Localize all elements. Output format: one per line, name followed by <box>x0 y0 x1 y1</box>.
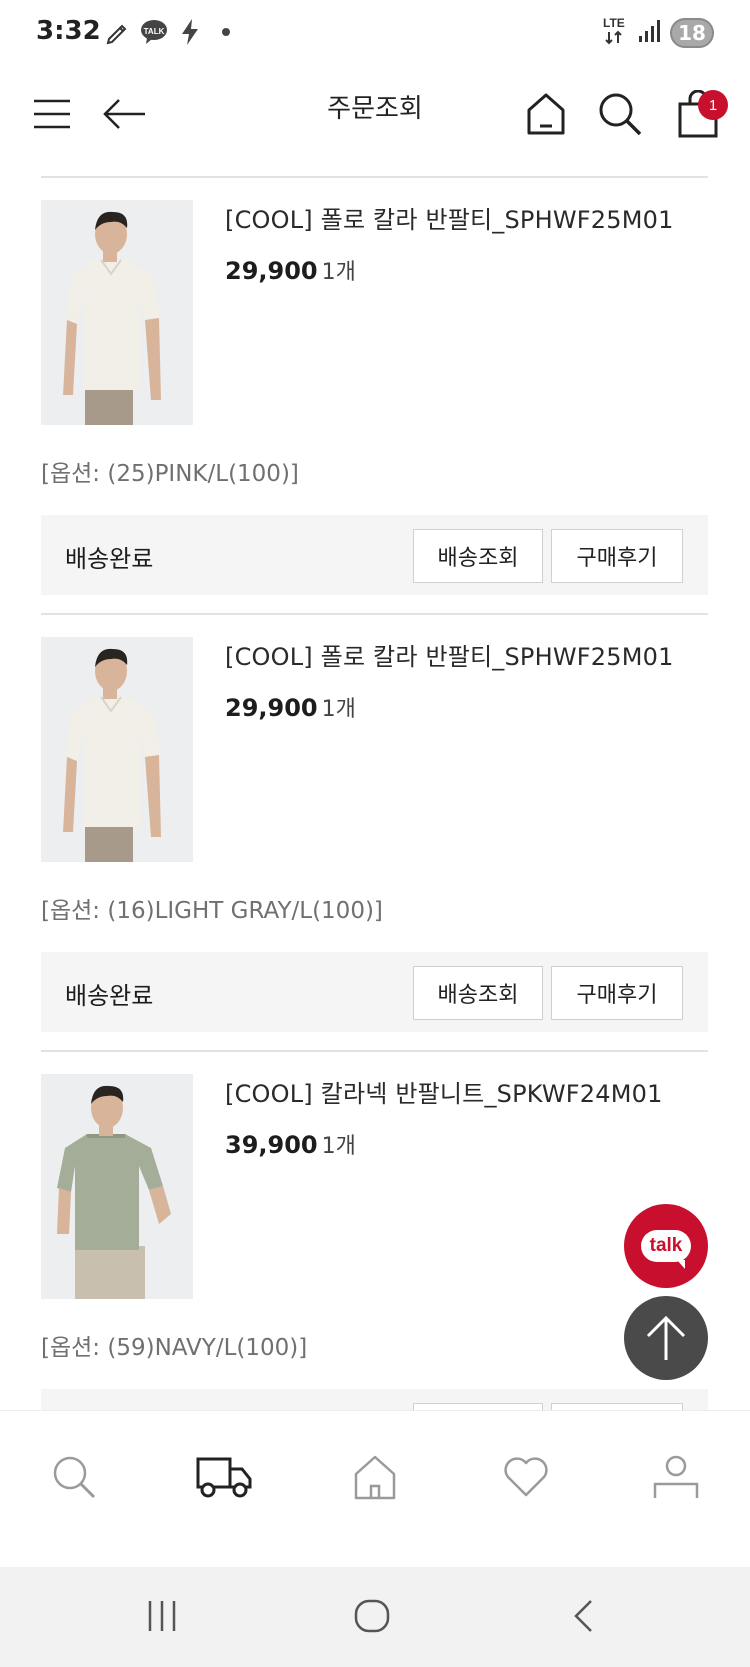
user-icon <box>653 1455 699 1498</box>
talk-label: talk <box>640 1230 692 1269</box>
delivery-status-box: 배송완료 배송조회 구매후기 <box>41 952 708 1032</box>
quantity: 1개 <box>321 1134 356 1159</box>
product-name[interactable]: [COOL] 폴로 칼라 반팔티_SPHWF25M01 <box>225 637 674 672</box>
search-icon <box>53 1456 96 1499</box>
nav-wishlist[interactable] <box>496 1447 556 1507</box>
home-circle-icon <box>354 1599 390 1633</box>
battery-icon: 18 <box>670 18 714 48</box>
delivery-status-box <box>41 1389 708 1410</box>
home-button[interactable] <box>516 84 576 144</box>
system-home-button[interactable] <box>342 1591 402 1641</box>
home-icon <box>354 1455 396 1500</box>
write-review-button[interactable] <box>551 1403 683 1410</box>
flash-icon <box>176 18 204 46</box>
track-delivery-button[interactable] <box>413 1403 543 1410</box>
delivery-truck-icon <box>196 1457 252 1498</box>
clock: 3:32 <box>36 16 101 46</box>
talk-icon-label: TALK <box>144 27 165 36</box>
nav-mypage[interactable] <box>646 1447 706 1507</box>
recent-apps-icon <box>148 1601 176 1631</box>
arrow-up-icon <box>646 1315 686 1360</box>
write-review-button[interactable]: 구매후기 <box>551 966 683 1020</box>
recent-apps-button[interactable] <box>132 1591 192 1641</box>
track-delivery-button[interactable]: 배송조회 <box>413 529 543 583</box>
search-button[interactable] <box>590 84 650 144</box>
quantity: 1개 <box>321 260 356 285</box>
heart-icon <box>504 1457 548 1497</box>
product-image[interactable] <box>41 1074 193 1299</box>
bottom-navigation <box>0 1410 750 1567</box>
order-item: [COOL] 칼라넥 반팔니트_SPKWF24M01 39,900 1개 [옵션:… <box>41 1050 708 1410</box>
order-item: [COOL] 폴로 칼라 반팔티_SPHWF25M01 29,900 1개 [옵션… <box>41 176 708 613</box>
quantity: 1개 <box>321 697 356 722</box>
search-icon <box>599 93 642 136</box>
kakao-talk-button[interactable]: talk <box>624 1204 708 1288</box>
back-chevron-icon <box>574 1600 592 1632</box>
scroll-top-button[interactable] <box>624 1296 708 1380</box>
system-indicators: LTE 18 <box>602 16 714 50</box>
home-icon <box>527 93 565 135</box>
product-name[interactable]: [COOL] 칼라넥 반팔니트_SPKWF24M01 <box>225 1074 663 1109</box>
delivery-status: 배송완료 <box>65 982 154 1010</box>
product-option: [옵션: (59)NAVY/L(100)] <box>41 1335 308 1361</box>
talk-icon: TALK <box>140 18 168 46</box>
nav-home[interactable] <box>345 1447 405 1507</box>
pants-shape <box>85 823 133 862</box>
cart-button[interactable]: 1 <box>668 84 728 144</box>
notification-icons: TALK <box>104 18 230 46</box>
system-navigation <box>0 1567 750 1667</box>
cart-count-badge: 1 <box>698 90 728 120</box>
nav-search[interactable] <box>44 1447 104 1507</box>
product-price: 39,900 1개 <box>225 1128 356 1160</box>
product-name[interactable]: [COOL] 폴로 칼라 반팔티_SPHWF25M01 <box>225 200 674 235</box>
dot-icon <box>222 28 230 36</box>
pen-icon <box>104 18 132 46</box>
pants-shape <box>75 1246 145 1299</box>
nav-delivery[interactable] <box>194 1447 254 1507</box>
write-review-button[interactable]: 구매후기 <box>551 529 683 583</box>
signal-icon <box>638 19 660 47</box>
order-item: [COOL] 폴로 칼라 반팔티_SPHWF25M01 29,900 1개 [옵션… <box>41 613 708 1050</box>
product-option: [옵션: (25)PINK/L(100)] <box>41 461 299 487</box>
delivery-status: 배송완료 <box>65 545 154 573</box>
price-value: 29,900 <box>225 257 318 285</box>
product-image[interactable] <box>41 200 193 425</box>
product-price: 29,900 1개 <box>225 254 356 286</box>
product-image[interactable] <box>41 637 193 862</box>
product-option: [옵션: (16)LIGHT GRAY/L(100)] <box>41 898 383 924</box>
delivery-status-box: 배송완료 배송조회 구매후기 <box>41 515 708 595</box>
price-value: 39,900 <box>225 1131 318 1159</box>
lte-icon: LTE <box>602 16 628 50</box>
lte-label: LTE <box>603 16 625 30</box>
pants-shape <box>85 386 133 425</box>
product-price: 29,900 1개 <box>225 691 356 723</box>
order-list: [COOL] 폴로 칼라 반팔티_SPHWF25M01 29,900 1개 [옵션… <box>41 176 708 1410</box>
status-bar: 3:32 TALK LTE 18 <box>0 0 750 66</box>
top-header: 주문조회 1 <box>0 66 750 178</box>
system-back-button[interactable] <box>554 1591 614 1641</box>
price-value: 29,900 <box>225 694 318 722</box>
track-delivery-button[interactable]: 배송조회 <box>413 966 543 1020</box>
